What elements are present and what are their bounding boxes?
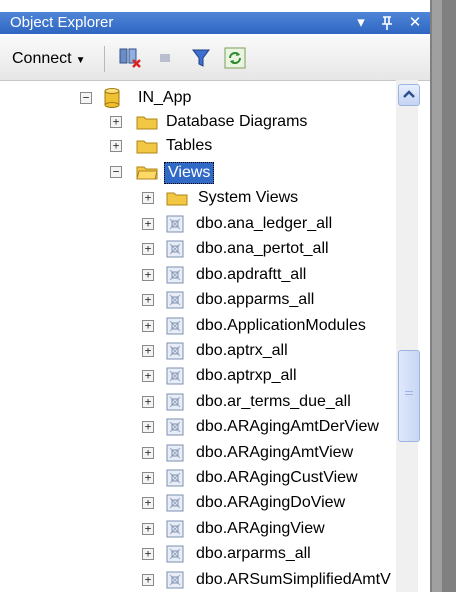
expand-expander-icon[interactable]: + <box>142 421 154 434</box>
expand-expander-icon[interactable]: + <box>142 268 154 281</box>
tree-node-label: dbo.aptrx_all <box>196 342 288 359</box>
window-position-dropdown-icon[interactable]: ▾ <box>350 12 372 34</box>
tree-node-view[interactable]: + dbo.arparms_all <box>142 542 394 566</box>
chevron-up-icon <box>403 90 415 98</box>
tree-node-view[interactable]: + dbo.ARAgingAmtView <box>142 441 394 465</box>
tree-node-view[interactable]: + dbo.ana_ledger_all <box>142 212 394 236</box>
tree-node-label: Tables <box>166 137 213 154</box>
collapse-expander-icon[interactable]: − <box>80 92 92 104</box>
expand-expander-icon[interactable]: + <box>142 319 154 332</box>
tree-node-view[interactable]: + dbo.ar_terms_due_all <box>142 390 394 414</box>
tree-node-label: dbo.ARAgingCustView <box>196 469 358 486</box>
tree-node-label: dbo.apdraftt_all <box>196 265 307 283</box>
tree-node-folder-selected[interactable]: − Views <box>110 160 390 184</box>
tree-node-view[interactable]: + dbo.aptrx_all <box>142 339 394 363</box>
tree-node-label: dbo.ana_pertot_all <box>196 240 329 258</box>
tree-node-label: dbo.ARAgingView <box>196 519 325 537</box>
expand-expander-icon[interactable]: + <box>110 116 122 128</box>
tree-node-folder[interactable]: + System Views <box>142 186 392 210</box>
tree-node-label: dbo.ar_terms_due_all <box>196 392 351 410</box>
expand-expander-icon[interactable]: + <box>142 218 154 230</box>
object-explorer-toolbar: Connect ▼ <box>0 36 430 81</box>
tree-node-view[interactable]: + dbo.apparms_all <box>142 288 394 312</box>
connect-button[interactable]: Connect ▼ <box>12 50 86 68</box>
expand-expander-icon[interactable]: + <box>142 573 154 586</box>
vertical-scrollbar[interactable] <box>396 80 420 592</box>
tree-node-folder[interactable]: + Database Diagrams <box>110 110 390 134</box>
tree-node-label: dbo.ARAgingAmtDerView <box>196 418 379 436</box>
expand-expander-icon[interactable]: + <box>110 140 122 152</box>
tree-node-view[interactable]: + dbo.ARSumSimplifiedAmtV <box>142 568 394 592</box>
connect-label: Connect <box>12 50 72 67</box>
expand-expander-icon[interactable]: + <box>142 548 154 561</box>
expand-expander-icon[interactable]: + <box>142 395 154 408</box>
tree-node-label: Views <box>164 162 215 184</box>
toolbar-separator <box>104 46 105 72</box>
tree-node-label: dbo.ARAgingDoView <box>196 494 346 512</box>
tree-node-label: dbo.ana_ledger_all <box>196 215 333 232</box>
expand-expander-icon[interactable]: + <box>142 192 154 204</box>
chevron-down-icon: ▼ <box>75 55 86 66</box>
tree-node-view[interactable]: + dbo.ARAgingCustView <box>142 466 394 490</box>
tree-node-view[interactable]: + dbo.aptrxp_all <box>142 364 394 388</box>
window-splitter[interactable] <box>430 0 456 592</box>
splitter-inner <box>432 0 442 592</box>
tree-node-label: dbo.apparms_all <box>196 291 315 309</box>
close-icon[interactable]: ✕ <box>404 12 426 34</box>
folder-icon <box>136 138 158 162</box>
expand-expander-icon[interactable]: + <box>142 243 154 256</box>
tree-node-database[interactable]: − IN_App <box>80 86 380 110</box>
stop-icon[interactable] <box>154 47 176 69</box>
tree-node-view[interactable]: + dbo.ARAgingView <box>142 517 394 541</box>
window-title: Object Explorer <box>10 14 114 31</box>
tree-node-label: dbo.arparms_all <box>196 545 311 563</box>
expand-expander-icon[interactable]: + <box>142 446 154 459</box>
expand-expander-icon[interactable]: + <box>142 370 154 383</box>
expand-expander-icon[interactable]: + <box>142 472 154 484</box>
tree-node-view[interactable]: + dbo.ApplicationModules <box>142 314 394 338</box>
scroll-grip <box>405 391 413 395</box>
tree-node-label: dbo.aptrxp_all <box>196 367 297 385</box>
tree-node-label: dbo.ARSumSimplifiedAmtV <box>196 570 391 588</box>
scroll-up-button[interactable] <box>398 84 420 106</box>
expand-expander-icon[interactable]: + <box>142 294 154 307</box>
tree-node-folder[interactable]: + Tables <box>110 134 390 158</box>
auto-hide-pin-icon[interactable] <box>376 12 398 34</box>
tree-node-label: dbo.ARAgingAmtView <box>196 443 354 461</box>
tree-node-label: IN_App <box>138 89 192 106</box>
expand-expander-icon[interactable]: + <box>142 345 154 357</box>
refresh-icon[interactable] <box>224 47 246 69</box>
collapse-expander-icon[interactable]: − <box>110 166 122 178</box>
tree-node-view[interactable]: + dbo.ARAgingDoView <box>142 491 394 515</box>
expand-expander-icon[interactable]: + <box>142 497 154 510</box>
tree-node-label: Database Diagrams <box>166 113 308 130</box>
view-icon <box>166 571 184 592</box>
filter-icon[interactable] <box>190 47 212 69</box>
object-explorer-tree: − IN_App + Database Diagrams + Tables − … <box>0 80 396 592</box>
expand-expander-icon[interactable]: + <box>142 522 154 535</box>
tree-node-label: System Views <box>198 189 299 206</box>
tree-node-view[interactable]: + dbo.ana_pertot_all <box>142 237 394 261</box>
tree-node-view[interactable]: + dbo.ARAgingAmtDerView <box>142 415 394 439</box>
open-folder-icon <box>136 164 158 188</box>
folder-icon <box>166 190 188 214</box>
tree-node-view[interactable]: + dbo.apdraftt_all <box>142 263 394 287</box>
tree-node-label: dbo.ApplicationModules <box>196 316 366 334</box>
scroll-thumb[interactable] <box>398 350 420 442</box>
object-explorer-titlebar: Object Explorer ▾ ✕ <box>0 12 430 34</box>
register-servers-icon[interactable] <box>118 47 141 69</box>
